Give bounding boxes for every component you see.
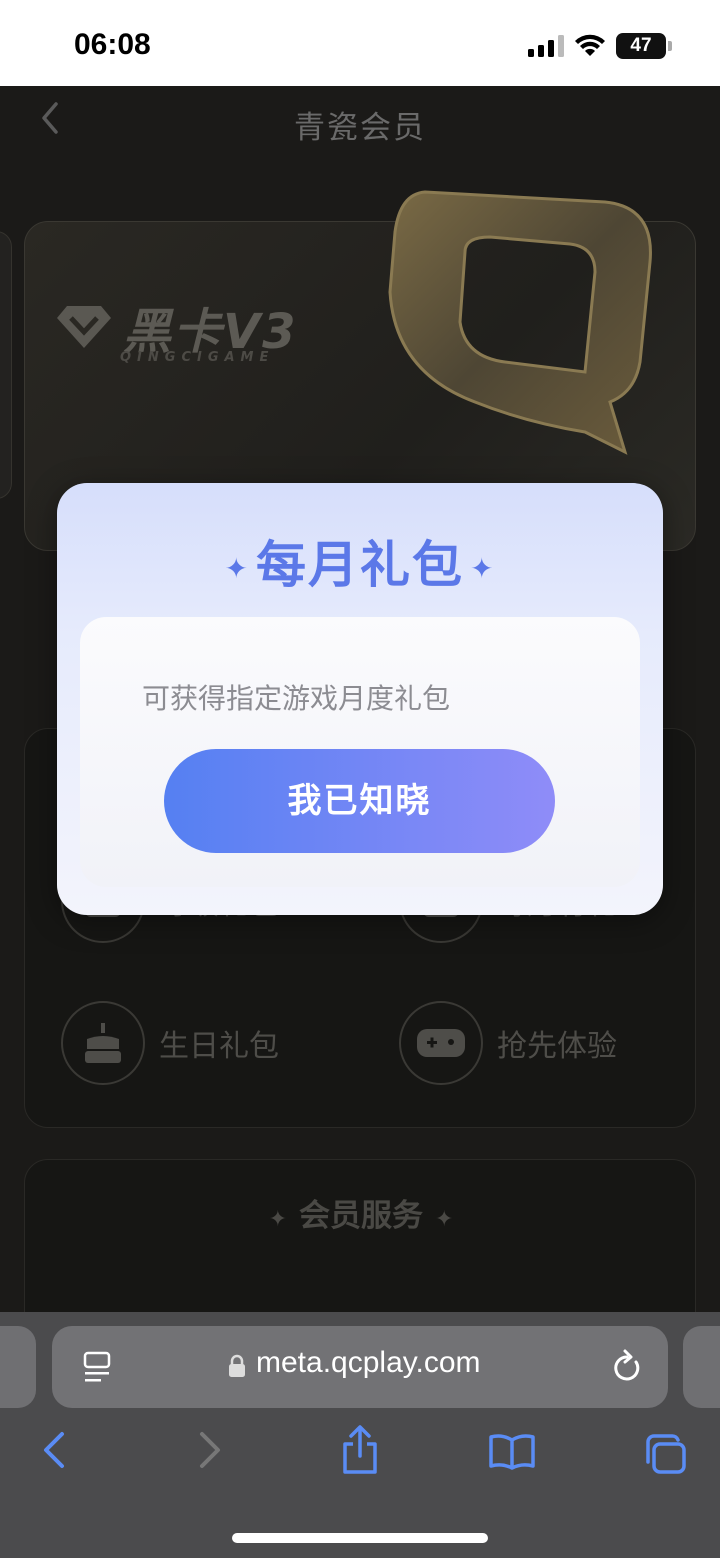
previous-tab-peek[interactable] [0,1326,36,1408]
page-menu-icon[interactable] [82,1350,112,1384]
service-title-text: 会员服务 [299,1198,423,1234]
status-bar: 06:08 47 [0,0,720,86]
modal-title-text: 每月礼包 [256,536,464,594]
sparkle-icon: ✦ [224,552,250,585]
confirm-button[interactable]: 我已知晓 [164,749,555,853]
service-card: ✦ 会员服务 ✦ [24,1159,696,1312]
home-indicator [232,1533,488,1543]
browser-bottom-bar: meta.qcplay.com [0,1312,720,1558]
benefit-birthday-gift[interactable]: 生日礼包 [61,1001,279,1085]
sparkle-icon: ✦ [470,552,496,585]
diamond-icon [57,306,111,348]
cellular-signal-icon [528,35,564,57]
benefit-label: 抢先体验 [497,1029,617,1064]
battery-icon: 47 [616,33,666,59]
lock-icon [229,1354,245,1377]
gamepad-icon [399,1001,483,1085]
q-logo-icon [388,190,652,455]
reload-icon[interactable] [610,1348,644,1384]
battery-cap [668,41,672,51]
page-header: 青瓷会员 [0,86,720,156]
status-icons: 47 [528,33,672,59]
url-text: meta.qcplay.com [256,1346,481,1379]
monthly-gift-modal: ✦ 每月礼包 ✦ 可获得指定游戏月度礼包 我已知晓 [57,483,663,915]
previous-card-peek[interactable] [0,231,12,499]
wifi-icon [575,34,605,56]
sparkle-icon: ✦ [268,1207,287,1232]
next-tab-peek[interactable] [683,1326,720,1408]
service-title: ✦ 会员服务 ✦ [25,1190,697,1235]
benefit-early-access[interactable]: 抢先体验 [399,1001,617,1085]
battery-level: 47 [630,35,652,56]
modal-description: 可获得指定游戏月度礼包 [142,682,451,715]
bookmarks-icon[interactable] [488,1434,536,1470]
modal-content: 可获得指定游戏月度礼包 我已知晓 [80,617,640,887]
modal-title: ✦ 每月礼包 ✦ [57,525,663,597]
page-title: 青瓷会员 [294,110,426,146]
vip-card-subtitle: QINGCIGAME [120,350,275,365]
share-icon[interactable] [340,1424,380,1476]
address-bar[interactable]: meta.qcplay.com [52,1326,668,1408]
back-icon[interactable] [40,1430,68,1470]
forward-icon[interactable] [196,1430,224,1470]
cake-icon [61,1001,145,1085]
sparkle-icon: ✦ [435,1207,454,1232]
tabs-icon[interactable] [642,1432,688,1476]
status-time: 06:08 [74,28,151,61]
benefit-label: 生日礼包 [159,1029,279,1064]
